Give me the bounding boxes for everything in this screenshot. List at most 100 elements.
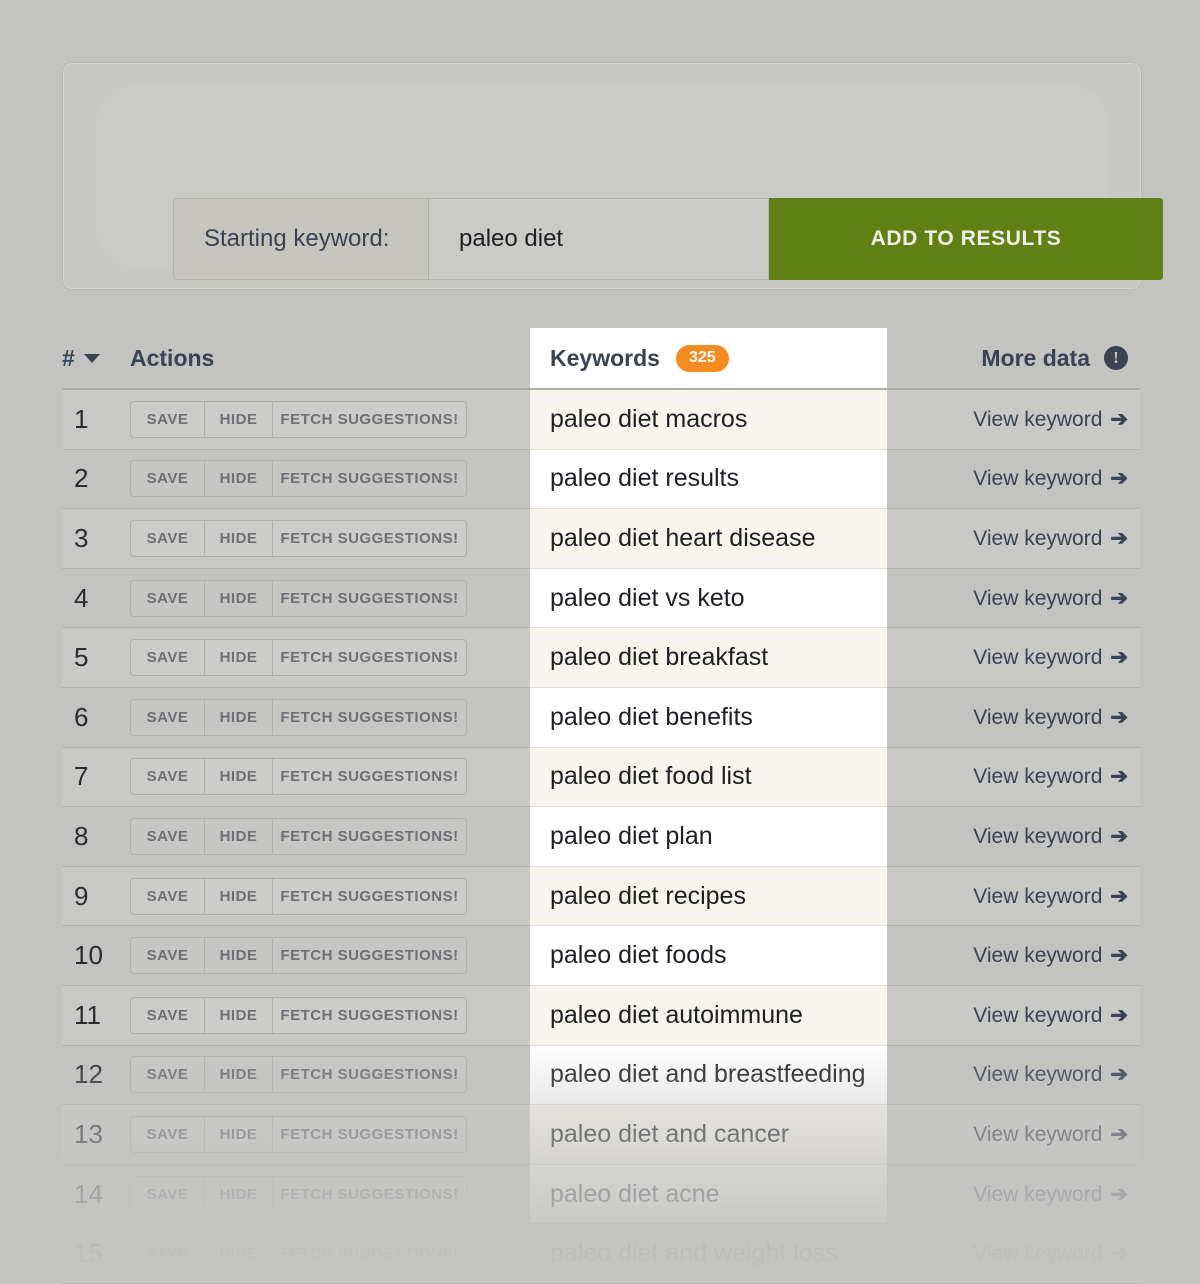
save-button[interactable]: SAVE xyxy=(131,879,205,914)
row-actions: SAVEHIDEFETCH SUGGESTIONS! xyxy=(130,1056,530,1093)
view-keyword-link[interactable]: View keyword➔ xyxy=(887,1241,1140,1266)
hide-button[interactable]: HIDE xyxy=(205,521,273,556)
save-button[interactable]: SAVE xyxy=(131,402,205,437)
fetch-suggestions-button[interactable]: FETCH SUGGESTIONS! xyxy=(273,998,466,1033)
column-header-number-label: # xyxy=(62,345,75,372)
add-to-results-button[interactable]: ADD TO RESULTS xyxy=(769,198,1163,280)
fetch-suggestions-button[interactable]: FETCH SUGGESTIONS! xyxy=(273,819,466,854)
hide-button[interactable]: HIDE xyxy=(205,640,273,675)
action-button-group: SAVEHIDEFETCH SUGGESTIONS! xyxy=(130,997,467,1034)
view-keyword-link[interactable]: View keyword➔ xyxy=(887,1003,1140,1028)
hide-button[interactable]: HIDE xyxy=(205,998,273,1033)
column-header-more-data-label: More data xyxy=(981,345,1090,372)
view-keyword-link[interactable]: View keyword➔ xyxy=(887,645,1140,670)
view-keyword-link[interactable]: View keyword➔ xyxy=(887,1182,1140,1207)
hide-button[interactable]: HIDE xyxy=(205,1117,273,1152)
view-keyword-link[interactable]: View keyword➔ xyxy=(887,705,1140,730)
view-keyword-link[interactable]: View keyword➔ xyxy=(887,1062,1140,1087)
fetch-suggestions-button[interactable]: FETCH SUGGESTIONS! xyxy=(273,640,466,675)
save-button[interactable]: SAVE xyxy=(131,581,205,616)
hide-button[interactable]: HIDE xyxy=(205,1057,273,1092)
save-button[interactable]: SAVE xyxy=(131,1236,205,1271)
fetch-suggestions-button[interactable]: FETCH SUGGESTIONS! xyxy=(273,938,466,973)
column-header-keywords-label: Keywords xyxy=(530,345,640,372)
arrow-right-icon: ➔ xyxy=(1110,944,1128,967)
fetch-suggestions-button[interactable]: FETCH SUGGESTIONS! xyxy=(273,879,466,914)
save-button[interactable]: SAVE xyxy=(131,1057,205,1092)
hide-button[interactable]: HIDE xyxy=(205,402,273,437)
row-keyword: paleo diet autoimmune xyxy=(530,1001,887,1030)
action-button-group: SAVEHIDEFETCH SUGGESTIONS! xyxy=(130,1116,467,1153)
starting-keyword-input[interactable]: paleo diet xyxy=(428,198,769,280)
row-number: 3 xyxy=(62,523,130,554)
fetch-suggestions-button[interactable]: FETCH SUGGESTIONS! xyxy=(273,402,466,437)
row-actions: SAVEHIDEFETCH SUGGESTIONS! xyxy=(130,699,530,736)
row-keyword: paleo diet plan xyxy=(530,822,887,851)
view-keyword-link[interactable]: View keyword➔ xyxy=(887,824,1140,849)
view-keyword-link[interactable]: View keyword➔ xyxy=(887,884,1140,909)
action-button-group: SAVEHIDEFETCH SUGGESTIONS! xyxy=(130,699,467,736)
fetch-suggestions-button[interactable]: FETCH SUGGESTIONS! xyxy=(273,1236,466,1271)
table-header-row: # Actions Keywords 325 More data ! xyxy=(62,328,1140,390)
fetch-suggestions-button[interactable]: FETCH SUGGESTIONS! xyxy=(273,700,466,735)
column-header-number[interactable]: # xyxy=(62,345,130,372)
view-keyword-link[interactable]: View keyword➔ xyxy=(887,407,1140,432)
row-keyword: paleo diet and cancer xyxy=(530,1120,887,1149)
row-number: 9 xyxy=(62,881,130,912)
hide-button[interactable]: HIDE xyxy=(205,879,273,914)
row-actions: SAVEHIDEFETCH SUGGESTIONS! xyxy=(130,639,530,676)
column-header-actions: Actions xyxy=(130,345,530,372)
row-keyword: paleo diet acne xyxy=(530,1180,887,1209)
save-button[interactable]: SAVE xyxy=(131,759,205,794)
arrow-right-icon: ➔ xyxy=(1110,646,1128,669)
hide-button[interactable]: HIDE xyxy=(205,759,273,794)
arrow-right-icon: ➔ xyxy=(1110,1004,1128,1027)
action-button-group: SAVEHIDEFETCH SUGGESTIONS! xyxy=(130,937,467,974)
hide-button[interactable]: HIDE xyxy=(205,819,273,854)
row-number: 4 xyxy=(62,583,130,614)
view-keyword-link[interactable]: View keyword➔ xyxy=(887,526,1140,551)
fetch-suggestions-button[interactable]: FETCH SUGGESTIONS! xyxy=(273,461,466,496)
view-keyword-link[interactable]: View keyword➔ xyxy=(887,586,1140,611)
save-button[interactable]: SAVE xyxy=(131,938,205,973)
fetch-suggestions-button[interactable]: FETCH SUGGESTIONS! xyxy=(273,759,466,794)
save-button[interactable]: SAVE xyxy=(131,998,205,1033)
table-row: 6SAVEHIDEFETCH SUGGESTIONS!paleo diet be… xyxy=(62,688,1140,748)
hide-button[interactable]: HIDE xyxy=(205,461,273,496)
hide-button[interactable]: HIDE xyxy=(205,938,273,973)
view-keyword-link[interactable]: View keyword➔ xyxy=(887,1122,1140,1147)
save-button[interactable]: SAVE xyxy=(131,700,205,735)
keywords-count-badge: 325 xyxy=(656,345,709,372)
info-icon[interactable]: ! xyxy=(1104,346,1128,370)
hide-button[interactable]: HIDE xyxy=(205,1177,273,1212)
hide-button[interactable]: HIDE xyxy=(205,700,273,735)
arrow-right-icon: ➔ xyxy=(1110,587,1128,610)
hide-button[interactable]: HIDE xyxy=(205,581,273,616)
table-row: 10SAVEHIDEFETCH SUGGESTIONS!paleo diet f… xyxy=(62,926,1140,986)
save-button[interactable]: SAVE xyxy=(131,819,205,854)
save-button[interactable]: SAVE xyxy=(131,461,205,496)
fetch-suggestions-button[interactable]: FETCH SUGGESTIONS! xyxy=(273,1057,466,1092)
view-keyword-link[interactable]: View keyword➔ xyxy=(887,466,1140,491)
fetch-suggestions-button[interactable]: FETCH SUGGESTIONS! xyxy=(273,581,466,616)
row-keyword: paleo diet recipes xyxy=(530,882,887,911)
view-keyword-link[interactable]: View keyword➔ xyxy=(887,764,1140,789)
save-button[interactable]: SAVE xyxy=(131,1177,205,1212)
row-actions: SAVEHIDEFETCH SUGGESTIONS! xyxy=(130,997,530,1034)
save-button[interactable]: SAVE xyxy=(131,521,205,556)
hide-button[interactable]: HIDE xyxy=(205,1236,273,1271)
table-row: 4SAVEHIDEFETCH SUGGESTIONS!paleo diet vs… xyxy=(62,569,1140,629)
arrow-right-icon: ➔ xyxy=(1110,1242,1128,1265)
view-keyword-link[interactable]: View keyword➔ xyxy=(887,943,1140,968)
keywords-table: # Actions Keywords 325 More data ! 1SAVE… xyxy=(62,328,1140,1284)
action-button-group: SAVEHIDEFETCH SUGGESTIONS! xyxy=(130,1056,467,1093)
fetch-suggestions-button[interactable]: FETCH SUGGESTIONS! xyxy=(273,1177,466,1212)
fetch-suggestions-button[interactable]: FETCH SUGGESTIONS! xyxy=(273,1117,466,1152)
save-button[interactable]: SAVE xyxy=(131,1117,205,1152)
row-actions: SAVEHIDEFETCH SUGGESTIONS! xyxy=(130,580,530,617)
row-actions: SAVEHIDEFETCH SUGGESTIONS! xyxy=(130,937,530,974)
action-button-group: SAVEHIDEFETCH SUGGESTIONS! xyxy=(130,878,467,915)
save-button[interactable]: SAVE xyxy=(131,640,205,675)
row-number: 10 xyxy=(62,940,130,971)
fetch-suggestions-button[interactable]: FETCH SUGGESTIONS! xyxy=(273,521,466,556)
